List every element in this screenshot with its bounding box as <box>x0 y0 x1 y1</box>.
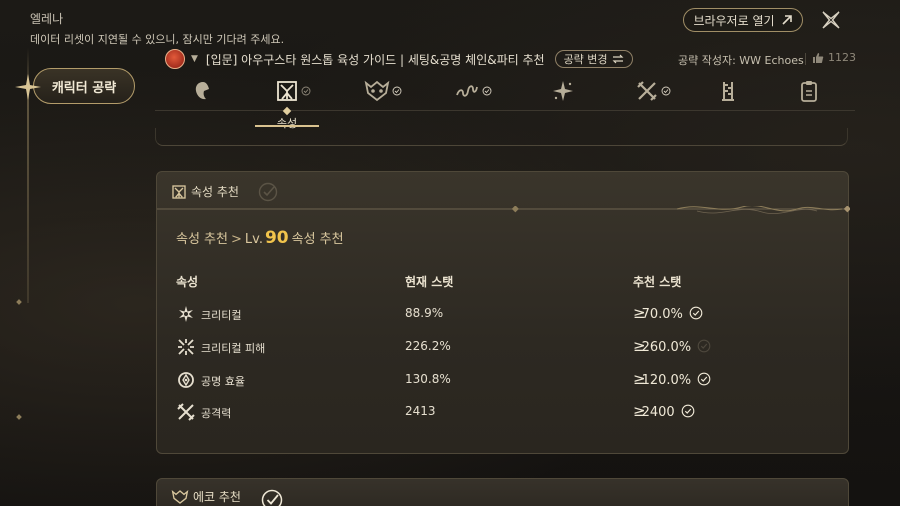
change-guide-button[interactable]: 공략 변경 <box>554 50 633 68</box>
recommended-value: 120.0% <box>641 373 692 388</box>
app-title: 엘레나 <box>30 12 64 26</box>
recommended-value: 260.0% <box>641 340 692 355</box>
check-icon <box>697 372 711 386</box>
panel-header: 에코 추천 <box>171 488 241 505</box>
panel-header: 속성 추천 <box>171 183 239 200</box>
like-counter[interactable]: 1123 <box>812 51 856 64</box>
change-guide-label: 공략 변경 <box>563 53 608 66</box>
energy-regen-icon <box>178 372 194 388</box>
swap-arrows-icon <box>612 54 623 64</box>
memo-clipboard-icon <box>801 81 817 102</box>
guide-bar: ▼ [입문] 아우구스타 원스톱 육성 가이드 | 세팅&공명 체인&파티 추천… <box>165 48 633 70</box>
echo-recommend-panel: 에코 추천 <box>156 478 849 506</box>
row-name-crit-damage: 크리티컬 피해 <box>201 342 266 355</box>
crossed-swords-icon <box>637 81 657 101</box>
level-suffix: 속성 추천 <box>291 232 344 247</box>
column-header-attribute: 속성 <box>176 275 199 289</box>
tab-chain[interactable] <box>445 75 501 107</box>
character-portrait-icon <box>195 82 209 100</box>
guide-title: [입문] 아우구스타 원스톱 육성 가이드 | 세팅&공명 체인&파티 추천 <box>205 52 545 67</box>
sidebar-item-label: 캐릭터 공략 <box>51 80 117 96</box>
check-icon <box>261 489 283 506</box>
resonance-chain-icon <box>456 85 478 97</box>
chevron-down-icon[interactable]: ▼ <box>191 54 198 64</box>
row-recommended-energy-regen: ≥120.0% <box>633 370 711 388</box>
skill-star-icon <box>553 81 573 101</box>
tab-skill[interactable] <box>535 75 591 107</box>
check-icon <box>392 86 402 96</box>
check-icon <box>301 86 311 96</box>
previous-section-edge <box>155 128 848 146</box>
row-recommended-attack: ≥2400 <box>633 402 695 420</box>
active-tab-underline <box>255 125 319 127</box>
attack-icon <box>177 403 195 421</box>
crit-damage-icon <box>178 339 194 355</box>
echo-mask-icon <box>364 80 390 102</box>
attribute-banner-icon <box>172 184 186 199</box>
open-in-browser-button[interactable]: 브라우저로 열기 <box>683 8 803 32</box>
echo-mask-icon <box>171 489 189 504</box>
check-icon <box>681 404 695 418</box>
row-recommended-crit-rate: ≥70.0% <box>633 304 703 322</box>
check-icon <box>258 182 278 202</box>
guide-tabs <box>155 75 855 117</box>
breadcrumb: 속성 추천 > Lv. 90 속성 추천 <box>176 228 344 248</box>
row-current-crit-damage: 226.2% <box>405 339 451 353</box>
row-current-attack: 2413 <box>405 404 436 418</box>
column-header-current: 현재 스탯 <box>405 275 454 289</box>
row-current-energy-regen: 130.8% <box>405 372 451 386</box>
check-icon <box>689 306 703 320</box>
guide-author: 공략 작성자: WW Echoes <box>678 54 804 67</box>
panel-title: 에코 추천 <box>193 490 241 504</box>
sidebar-item-character-guide[interactable]: 캐릭터 공략 <box>33 68 135 104</box>
recommended-value: 2400 <box>641 405 675 420</box>
row-name-crit-rate: 크리티컬 <box>201 309 242 322</box>
tab-echo[interactable] <box>355 75 411 107</box>
column-header-recommended: 추천 스탯 <box>633 275 682 289</box>
thumbs-up-icon <box>813 52 824 63</box>
avatar[interactable] <box>165 49 185 69</box>
row-recommended-crit-damage: ≥260.0% <box>633 337 711 355</box>
level-value: 90 <box>264 228 289 248</box>
app-title-wrap: 엘레나 <box>30 8 63 27</box>
close-x-icon[interactable] <box>820 9 842 31</box>
recommended-value: 70.0% <box>641 307 683 322</box>
level-prefix: Lv. <box>244 232 263 247</box>
divider <box>805 53 806 65</box>
row-name-energy-regen: 공명 효율 <box>201 375 245 388</box>
row-current-crit-rate: 88.9% <box>405 306 444 320</box>
attribute-recommend-panel: 속성 추천 속성 추천 > Lv. 90 속성 추천 속성 현재 스탯 추천 스… <box>156 171 850 454</box>
panel-title: 속성 추천 <box>191 185 239 199</box>
loading-notice: 데이터 리셋이 지연될 수 있으니, 잠시만 기다려 주세요. <box>30 33 285 46</box>
check-icon <box>697 339 711 353</box>
attribute-banner-icon <box>277 81 297 101</box>
check-icon <box>661 86 671 96</box>
tab-attribute[interactable] <box>265 75 321 107</box>
check-icon <box>482 86 492 96</box>
arrow-up-right-icon <box>781 15 792 25</box>
like-count: 1123 <box>828 51 856 64</box>
tab-weapon[interactable] <box>625 75 681 107</box>
tab-character[interactable] <box>175 75 231 107</box>
crit-rate-icon <box>179 306 193 322</box>
header-divider-ornament <box>157 206 850 214</box>
party-figures-icon <box>722 82 734 101</box>
breadcrumb-root: 속성 추천 <box>176 232 228 247</box>
row-name-attack: 공격력 <box>201 407 232 420</box>
tab-memo[interactable] <box>781 75 837 107</box>
open-in-browser-label: 브라우저로 열기 <box>693 13 775 28</box>
tab-party[interactable] <box>700 75 756 107</box>
sidebar-star-icon <box>15 74 41 100</box>
breadcrumb-separator: > <box>230 232 242 247</box>
